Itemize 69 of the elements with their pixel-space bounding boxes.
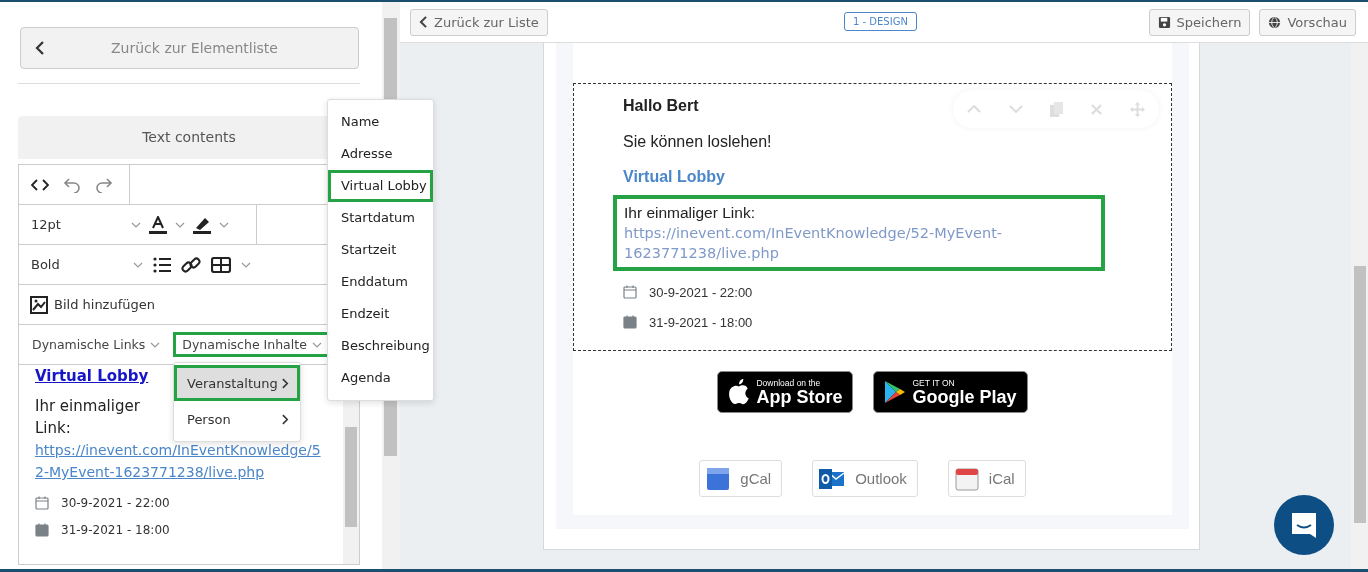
calendar-button[interactable]: gCal	[699, 460, 783, 497]
chevron-left-icon	[419, 16, 428, 28]
save-icon	[1157, 15, 1171, 29]
redo-icon[interactable]	[95, 176, 113, 193]
editor-link[interactable]: https://inevent.com/InEventKnowledge/52-MyEvent-1623771238/live.php	[35, 439, 325, 483]
caret-icon	[311, 341, 322, 348]
mail-icon	[819, 466, 846, 491]
step-badge[interactable]: 1 - DESIGN	[844, 12, 917, 31]
font-size-select[interactable]: 12pt	[31, 217, 123, 232]
calendar-button[interactable]: iCal	[947, 460, 1026, 497]
link-paragraph: Ihr einmaliger Link: https://inevent.com/InEventKnowledge/52-MyEvent-1623771238/live.php	[613, 195, 1105, 271]
chevron-right-icon	[282, 413, 289, 425]
calendar-icon	[706, 466, 731, 491]
caret-icon[interactable]	[175, 221, 185, 228]
list-icon[interactable]	[153, 256, 171, 273]
caret-icon[interactable]	[219, 221, 229, 228]
apple-icon	[728, 379, 751, 405]
date-text: 30-9-2021 - 22:00	[61, 495, 170, 510]
back-button[interactable]: Zurück zur Liste	[410, 8, 548, 36]
date-text: 31-9-2021 - 18:00	[61, 522, 170, 537]
chevron-right-icon	[282, 377, 289, 389]
add-image-button[interactable]: Bild hinzufügen	[19, 295, 166, 314]
chat-button[interactable]	[1274, 495, 1334, 555]
preview-button[interactable]: Vorschau	[1259, 8, 1356, 36]
menu-item[interactable]: Enddatum	[328, 266, 433, 298]
calendar-icon	[35, 522, 49, 537]
menu-item[interactable]: Person	[174, 401, 300, 437]
menu-item[interactable]: Startzeit	[328, 234, 433, 266]
menu-item[interactable]: Startdatum	[328, 202, 433, 234]
menu-item[interactable]: Agenda	[328, 362, 433, 394]
virtual-lobby-link[interactable]: Virtual Lobby	[623, 168, 725, 186]
image-icon	[30, 295, 48, 314]
calendar-icon	[623, 315, 637, 329]
text-color-icon[interactable]	[149, 215, 167, 234]
menu-item[interactable]: Veranstaltung	[174, 365, 300, 401]
undo-icon[interactable]	[63, 176, 81, 193]
date-text: 30-9-2021 - 22:00	[649, 284, 753, 300]
calendar-icon	[623, 285, 637, 299]
caret-icon[interactable]	[241, 261, 251, 268]
calendar-button[interactable]: Outlook	[812, 460, 918, 497]
globe-icon	[1268, 15, 1282, 29]
table-icon[interactable]	[211, 256, 231, 273]
code-icon[interactable]	[31, 178, 49, 191]
play-icon	[884, 380, 907, 404]
chevron-left-icon	[35, 41, 45, 55]
store-badge[interactable]: GET IT ON Google Play	[873, 371, 1028, 413]
menu-item[interactable]: Name	[328, 106, 433, 138]
calendar-icon	[35, 495, 49, 510]
store-badge[interactable]: Download on the App Store	[717, 371, 854, 413]
link-icon[interactable]	[181, 254, 201, 275]
editor-text: Ihr einmaliger Link:	[35, 396, 141, 439]
menu-item[interactable]: Adresse	[328, 138, 433, 170]
scrollbar[interactable]	[1351, 43, 1368, 569]
editor-link[interactable]: Virtual Lobby	[35, 367, 149, 385]
caret-icon	[150, 341, 161, 348]
save-button[interactable]: Speichern	[1148, 8, 1251, 36]
font-weight-select[interactable]: Bold	[31, 257, 123, 272]
caret-icon[interactable]	[133, 261, 143, 268]
dropdown-button[interactable]: Dynamische Links	[23, 332, 170, 357]
greeting-text: Hallo Bert	[623, 97, 699, 115]
date-text: 31-9-2021 - 18:00	[649, 314, 753, 330]
chat-icon	[1289, 510, 1319, 540]
message-text: Sie können loslehen!	[623, 133, 772, 151]
menu-item[interactable]: Virtual Lobby	[328, 170, 433, 202]
menu-item[interactable]: Endzeit	[328, 298, 433, 330]
highlighter-icon[interactable]	[193, 215, 211, 234]
calendar-icon	[954, 466, 979, 491]
caret-icon[interactable]	[131, 221, 141, 228]
menu-item[interactable]: Beschreibung	[328, 330, 433, 362]
